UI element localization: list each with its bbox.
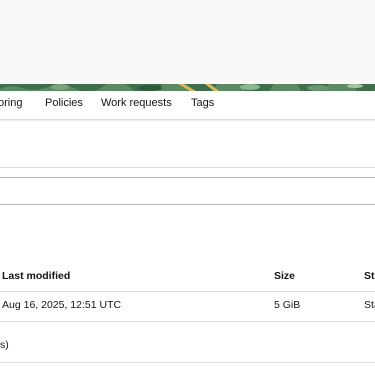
section-divider (0, 167, 375, 168)
cell-size: 5 GiB (274, 299, 301, 311)
cell-last-modified: Aug 16, 2025, 12:51 UTC (2, 299, 122, 311)
cell-state: Sta (364, 299, 375, 311)
tab-bar: oring Policies Work requests Tags (0, 91, 375, 120)
decorative-pattern-banner (0, 84, 375, 91)
console-page: oring Policies Work requests Tags Last m… (0, 0, 375, 366)
column-header-state[interactable]: St (364, 270, 375, 282)
tab-tags[interactable]: Tags (191, 97, 214, 109)
tab-work-requests[interactable]: Work requests (101, 97, 172, 109)
table-footer-count: s) (0, 339, 9, 351)
table-footer-divider (0, 362, 375, 363)
tab-policies[interactable]: Policies (45, 97, 83, 109)
table-header-divider (0, 291, 375, 292)
column-header-size[interactable]: Size (274, 270, 295, 282)
table-row-divider (0, 321, 375, 322)
header-band (0, 0, 375, 84)
tab-monitoring[interactable]: oring (0, 97, 22, 109)
tab-bar-shadow (0, 120, 375, 122)
filter-input[interactable] (0, 177, 375, 205)
column-header-last-modified[interactable]: Last modified (2, 270, 70, 282)
